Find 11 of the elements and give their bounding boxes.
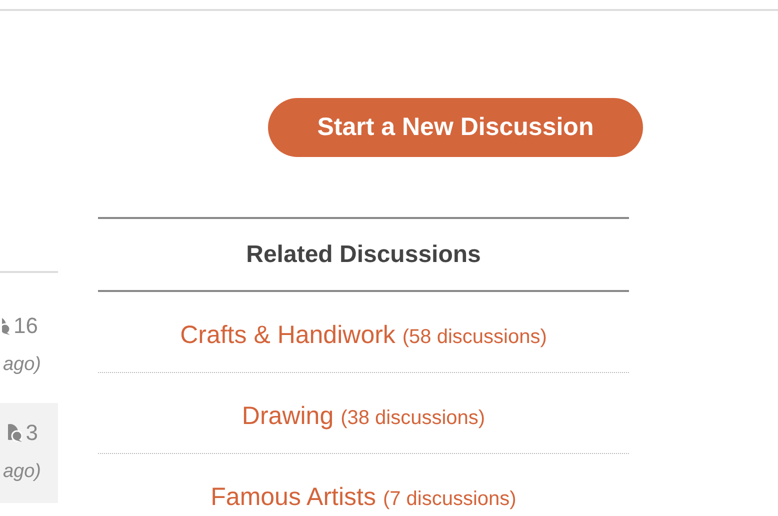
comment-count: 3 [26,420,38,446]
related-link[interactable]: Drawing (38 discussions) [242,402,486,430]
related-link[interactable]: Famous Artists (7 discussions) [210,482,516,512]
comments-icon [8,424,22,442]
related-heading: Related Discussions [246,240,481,268]
comments-icon [2,317,10,335]
post-date: ago) [2,460,41,484]
comment-count: 16 [14,313,38,339]
related-link[interactable]: Crafts & Handiwork (58 discussions) [180,320,547,350]
start-discussion-button[interactable]: Start a New Discussion [268,98,643,157]
post-date: ago) [2,353,41,377]
